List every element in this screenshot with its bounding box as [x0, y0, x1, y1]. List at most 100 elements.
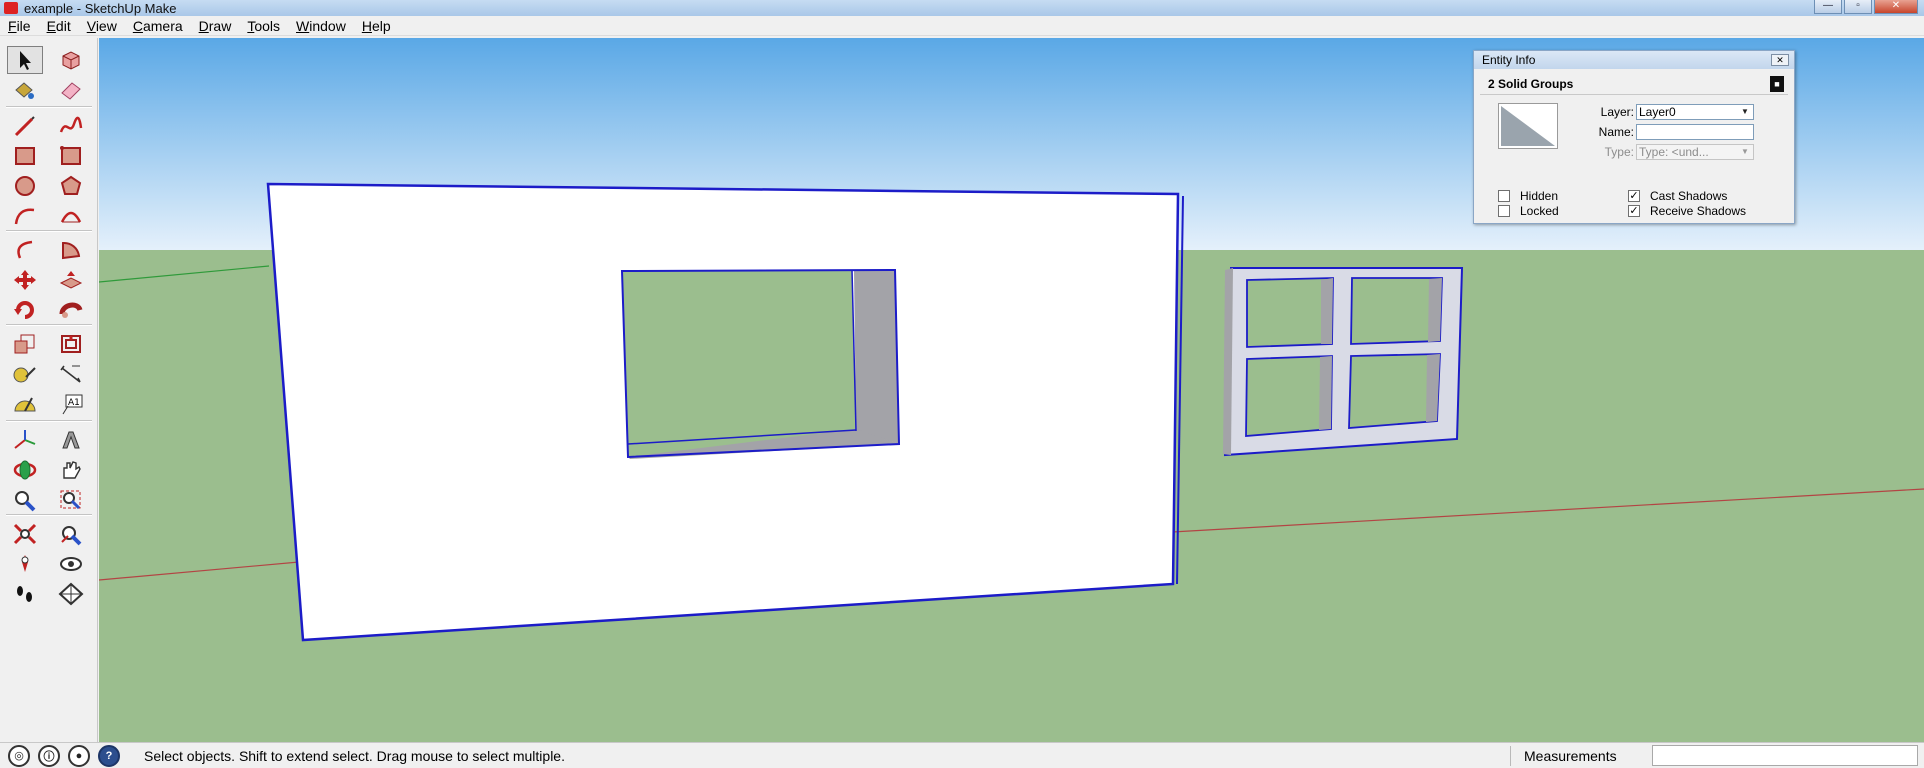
pan-icon[interactable] [53, 456, 89, 484]
sketchup-app-icon [4, 2, 18, 14]
menu-tools[interactable]: Tools [239, 18, 288, 34]
measurements-label: Measurements [1524, 748, 1617, 764]
text-icon[interactable]: A1 [53, 390, 89, 418]
protractor-icon[interactable] [7, 390, 43, 418]
window-controls: — ▫ ✕ [1814, 0, 1918, 14]
cast-shadows-checkbox-box[interactable]: ✓ [1628, 190, 1640, 202]
cast-shadows-checkbox[interactable]: ✓ Cast Shadows [1628, 189, 1727, 203]
menu-label-rest: iew [95, 17, 117, 34]
expand-toggle-icon[interactable]: ■ [1770, 76, 1784, 92]
entity-info-panel[interactable]: Entity Info ✕ 2 Solid Groups ■ Layer: La… [1473, 50, 1795, 224]
menu-label-rest: elp [371, 17, 391, 34]
polygon-icon[interactable] [53, 172, 89, 200]
tape-measure-icon[interactable] [7, 360, 43, 388]
zoom-extents-icon[interactable] [7, 520, 43, 548]
layer-value: Layer0 [1639, 105, 1676, 119]
pane-depth-bl [1319, 356, 1332, 430]
menu-draw[interactable]: Draw [191, 18, 240, 34]
rotate-icon[interactable] [7, 296, 43, 324]
offset-icon[interactable] [53, 330, 89, 358]
close-icon[interactable]: ✕ [1771, 54, 1789, 66]
make-component-icon[interactable] [53, 46, 89, 74]
status-separator [1510, 746, 1511, 766]
window-title: example - SketchUp Make [24, 0, 177, 16]
freehand-icon[interactable] [53, 112, 89, 140]
menu-label-rest: indow [309, 17, 346, 34]
push-pull-icon[interactable] [53, 266, 89, 294]
zoom-icon[interactable] [7, 486, 43, 514]
axes-icon[interactable] [7, 426, 43, 454]
chevron-down-icon: ▼ [1741, 147, 1749, 156]
previous-view-icon[interactable] [53, 520, 89, 548]
menu-bar: File Edit View Camera Draw Tools Window Help [0, 16, 1924, 36]
look-around-icon[interactable] [53, 550, 89, 578]
rectangle-icon[interactable] [7, 142, 43, 170]
entity-info-title: Entity Info [1482, 53, 1536, 67]
rotated-rectangle-icon[interactable] [53, 142, 89, 170]
menu-accelerator: W [296, 17, 310, 34]
position-camera-icon[interactable] [7, 550, 43, 578]
selection-summary: 2 Solid Groups [1488, 76, 1574, 91]
pie-icon[interactable] [53, 236, 89, 264]
orbit-icon[interactable] [7, 456, 43, 484]
receive-shadows-checkbox-box[interactable]: ✓ [1628, 205, 1640, 217]
minimize-button[interactable]: — [1814, 0, 1842, 14]
menu-label-rest: dit [55, 17, 71, 34]
3d-text-icon[interactable] [53, 426, 89, 454]
section-plane-icon[interactable] [53, 580, 89, 608]
move-icon[interactable] [7, 266, 43, 294]
modeling-viewport[interactable]: Entity Info ✕ 2 Solid Groups ■ Layer: La… [99, 38, 1924, 742]
menu-accelerator: V [86, 17, 96, 34]
locked-checkbox[interactable]: Locked [1498, 204, 1559, 218]
arc-icon[interactable] [7, 202, 43, 230]
layer-select[interactable]: Layer0 ▼ [1636, 104, 1754, 120]
menu-accelerator: D [198, 17, 209, 34]
menu-view[interactable]: View [79, 18, 125, 34]
toolbar-separator [6, 106, 92, 108]
maximize-button[interactable]: ▫ [1844, 0, 1872, 14]
line-icon[interactable] [7, 112, 43, 140]
menu-label-rest: ile [16, 17, 31, 34]
help-icon[interactable]: ? [98, 744, 120, 767]
menu-help[interactable]: Help [354, 18, 399, 34]
pane-depth-tl [1321, 278, 1333, 344]
type-value: Type: <und... [1639, 145, 1709, 159]
toolbar-separator [6, 230, 92, 232]
name-input[interactable] [1636, 124, 1754, 140]
receive-shadows-checkbox[interactable]: ✓ Receive Shadows [1628, 204, 1746, 218]
menu-accelerator: E [46, 17, 56, 34]
follow-me-icon[interactable] [53, 296, 89, 324]
measurements-input[interactable] [1652, 745, 1918, 766]
scale-icon[interactable] [7, 330, 43, 358]
menu-camera[interactable]: Camera [125, 18, 191, 34]
menu-edit[interactable]: Edit [39, 18, 79, 34]
dimensions-icon[interactable] [53, 360, 89, 388]
menu-label-rest: ools [254, 17, 281, 34]
locked-checkbox-box[interactable] [1498, 205, 1510, 217]
circle-icon[interactable] [7, 172, 43, 200]
receive-shadows-label: Receive Shadows [1650, 204, 1747, 218]
entity-info-titlebar[interactable]: Entity Info ✕ [1474, 51, 1794, 69]
paint-bucket-icon[interactable] [7, 76, 43, 104]
menu-accelerator: C [132, 17, 143, 34]
walk-icon[interactable] [7, 580, 43, 608]
hidden-checkbox-box[interactable] [1498, 190, 1510, 202]
large-tool-set: A1 [0, 38, 98, 742]
toolbar-separator [6, 324, 92, 326]
material-thumbnail[interactable] [1498, 103, 1558, 149]
entity-info-header: 2 Solid Groups ■ [1480, 73, 1788, 95]
zoom-window-icon[interactable] [53, 486, 89, 514]
menu-accelerator: H [361, 17, 372, 34]
two-point-arc-icon[interactable] [53, 202, 89, 230]
hidden-checkbox[interactable]: Hidden [1498, 189, 1558, 203]
geo-location-icon[interactable]: ◎ [8, 744, 30, 767]
menu-window[interactable]: Window [288, 18, 354, 34]
account-icon[interactable]: ● [68, 744, 90, 767]
eraser-icon[interactable] [53, 76, 89, 104]
menu-file[interactable]: File [0, 18, 39, 34]
select-icon[interactable] [7, 46, 43, 74]
name-label: Name: [1598, 125, 1634, 139]
close-button[interactable]: ✕ [1874, 0, 1918, 14]
credits-icon[interactable]: ⓘ [38, 744, 60, 767]
three-point-arc-icon[interactable] [7, 236, 43, 264]
